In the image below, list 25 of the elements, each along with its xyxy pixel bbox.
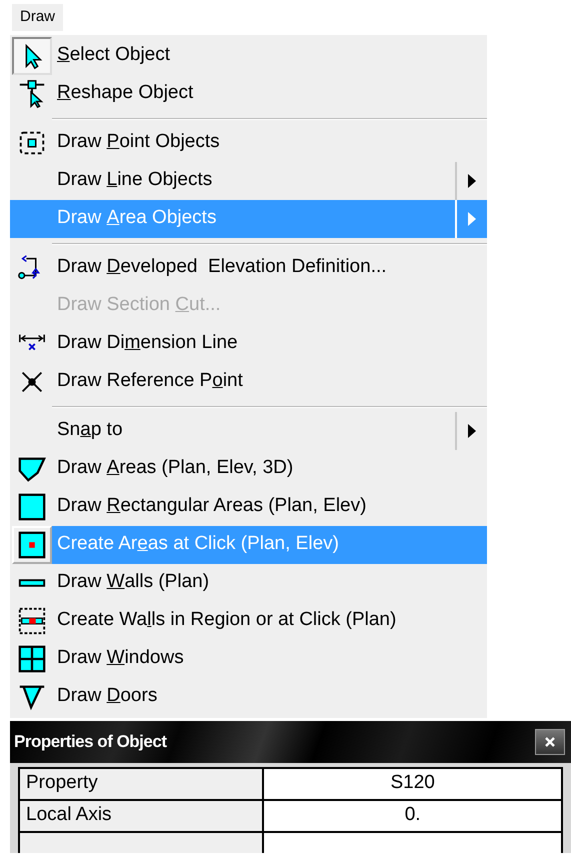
menu-item[interactable]: Draw Developed Elevation Definition... <box>10 248 487 286</box>
property-name-cell: Local Axis <box>19 800 264 832</box>
close-icon <box>544 736 556 748</box>
rectangle-icon <box>17 492 47 522</box>
close-button[interactable] <box>535 728 565 754</box>
property-name-cell: Property <box>19 768 264 800</box>
node-cursor-icon <box>17 78 47 108</box>
menu-item[interactable]: Snap to <box>10 412 487 450</box>
menu-item[interactable]: Draw Areas (Plan, Elev, 3D) <box>10 450 487 488</box>
menu-item[interactable]: Draw Reference Point <box>10 362 487 400</box>
menu-item[interactable]: Draw Windows <box>10 640 487 678</box>
property-value-cell[interactable]: S120 <box>263 768 562 800</box>
menu-item[interactable]: Reshape Object <box>10 74 487 112</box>
menu-item[interactable]: Draw Point Objects <box>10 124 487 162</box>
menu-item[interactable]: Select Object <box>10 36 487 74</box>
menu-title[interactable]: Draw <box>12 4 64 30</box>
menu-item[interactable]: Draw Doors <box>10 678 487 716</box>
menu-item[interactable]: Draw Walls (Plan) <box>10 564 487 602</box>
panel-title: Properties of Object <box>14 730 166 753</box>
dashed-wall-icon <box>17 606 47 636</box>
menu-item[interactable]: Create Walls in Region or at Click (Plan) <box>10 602 487 640</box>
menu-item[interactable]: Draw Rectangular Areas (Plan, Elev) <box>10 488 487 526</box>
window-grid-icon <box>17 644 47 674</box>
menu-item[interactable]: Draw Dimension Line <box>10 324 487 362</box>
property-value-cell[interactable]: 0. <box>263 800 562 832</box>
